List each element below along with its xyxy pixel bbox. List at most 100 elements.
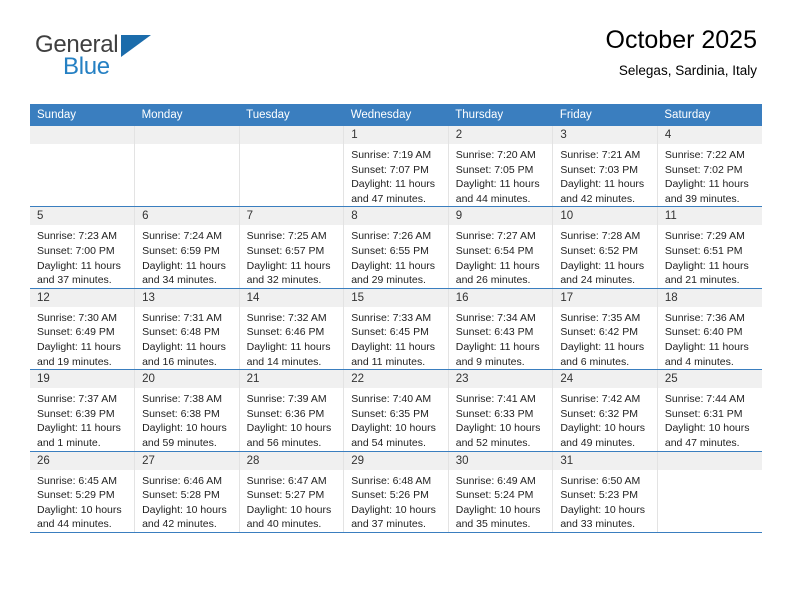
day-details: Sunrise: 7:39 AM Sunset: 6:36 PM Daylight:… xyxy=(240,388,344,450)
calendar-day-cell[interactable]: 11 Sunrise: 7:29 AM Sunset: 6:51 PM Dayligh… xyxy=(656,206,762,289)
general-blue-logo: General Blue xyxy=(35,32,167,88)
calendar-cell-empty xyxy=(30,126,136,208)
daylight-text-line1: Daylight: 11 hours xyxy=(246,259,331,272)
sunset-text: Sunset: 6:39 PM xyxy=(37,407,115,420)
day-number: 20 xyxy=(135,370,239,389)
calendar-day-cell[interactable]: 13 Sunrise: 7:31 AM Sunset: 6:48 PM Dayligh… xyxy=(134,288,240,371)
sunrise-text: Sunrise: 6:47 AM xyxy=(246,474,327,487)
sunset-text: Sunset: 5:23 PM xyxy=(560,489,638,502)
weekday-header-saturday: Saturday xyxy=(657,104,762,126)
sunset-text: Sunset: 6:48 PM xyxy=(142,326,220,339)
calendar-day-cell[interactable]: 6 Sunrise: 7:24 AM Sunset: 6:59 PM Daylight… xyxy=(134,206,240,289)
calendar-day-cell[interactable]: 21 Sunrise: 7:39 AM Sunset: 6:36 PM Dayligh… xyxy=(238,369,345,452)
daylight-text-line2: and 19 minutes. xyxy=(37,355,112,368)
day-details: Sunrise: 7:21 AM Sunset: 7:03 PM Daylight:… xyxy=(553,144,657,206)
calendar-day-cell[interactable]: 29 Sunrise: 6:48 AM Sunset: 5:26 PM Dayligh… xyxy=(343,451,449,533)
calendar-day-cell[interactable]: 14 Sunrise: 7:32 AM Sunset: 6:46 PM Dayligh… xyxy=(238,288,345,371)
calendar-day-cell[interactable]: 28 Sunrise: 6:47 AM Sunset: 5:27 PM Dayligh… xyxy=(238,451,345,533)
day-details: Sunrise: 7:23 AM Sunset: 7:00 PM Daylight:… xyxy=(30,225,134,287)
calendar-day-cell[interactable]: 15 Sunrise: 7:33 AM Sunset: 6:45 PM Dayligh… xyxy=(343,288,449,371)
calendar-day-cell[interactable]: 23 Sunrise: 7:41 AM Sunset: 6:33 PM Dayligh… xyxy=(447,369,554,452)
daylight-text-line1: Daylight: 10 hours xyxy=(351,503,436,516)
sunset-text: Sunset: 6:43 PM xyxy=(455,326,534,339)
day-number-band xyxy=(30,126,135,144)
day-number: 18 xyxy=(657,288,762,307)
sunset-text: Sunset: 6:51 PM xyxy=(664,244,743,257)
day-number: 19 xyxy=(30,370,135,389)
calendar-day-cell[interactable]: 8 Sunrise: 7:26 AM Sunset: 6:55 PM Daylight… xyxy=(343,206,449,289)
daylight-text-line2: and 40 minutes. xyxy=(246,518,322,531)
calendar-day-cell[interactable]: 12 Sunrise: 7:30 AM Sunset: 6:49 PM Dayligh… xyxy=(30,288,136,371)
calendar-day-cell[interactable]: 26 Sunrise: 6:45 AM Sunset: 5:29 PM Dayligh… xyxy=(30,451,136,533)
calendar-day-cell[interactable]: 1 Sunrise: 7:19 AM Sunset: 7:07 PM Daylight… xyxy=(343,126,449,208)
sunset-text: Sunset: 6:42 PM xyxy=(560,326,638,339)
calendar-day-cell[interactable]: 31 Sunrise: 6:50 AM Sunset: 5:23 PM Dayligh… xyxy=(552,451,658,533)
sunset-text: Sunset: 5:27 PM xyxy=(246,489,325,502)
calendar-day-cell[interactable]: 7 Sunrise: 7:25 AM Sunset: 6:57 PM Daylight… xyxy=(238,206,345,289)
day-details: Sunrise: 7:26 AM Sunset: 6:55 PM Daylight:… xyxy=(344,225,448,287)
sunrise-text: Sunrise: 7:39 AM xyxy=(246,393,327,406)
day-number: 7 xyxy=(239,207,344,226)
daylight-text-line2: and 9 minutes. xyxy=(455,355,525,368)
calendar-day-cell[interactable]: 24 Sunrise: 7:42 AM Sunset: 6:32 PM Dayligh… xyxy=(552,369,658,452)
calendar-day-cell[interactable]: 30 Sunrise: 6:49 AM Sunset: 5:24 PM Dayligh… xyxy=(447,451,554,533)
day-number: 15 xyxy=(344,288,448,307)
weekday-header-sunday: Sunday xyxy=(30,104,135,126)
daylight-text-line1: Daylight: 10 hours xyxy=(142,422,227,435)
sunset-text: Sunset: 6:46 PM xyxy=(246,326,325,339)
day-number: 6 xyxy=(135,207,239,226)
day-number: 16 xyxy=(448,288,553,307)
sunset-text: Sunset: 5:24 PM xyxy=(455,489,534,502)
daylight-text-line2: and 42 minutes. xyxy=(142,518,217,531)
calendar-day-cell[interactable]: 18 Sunrise: 7:36 AM Sunset: 6:40 PM Dayligh… xyxy=(656,288,762,371)
day-number: 14 xyxy=(239,288,344,307)
sunset-text: Sunset: 6:45 PM xyxy=(351,326,429,339)
calendar-day-cell[interactable]: 9 Sunrise: 7:27 AM Sunset: 6:54 PM Daylight… xyxy=(447,206,554,289)
daylight-text-line1: Daylight: 10 hours xyxy=(455,503,541,516)
sunrise-text: Sunrise: 7:31 AM xyxy=(142,311,223,324)
calendar-day-cell[interactable]: 2 Sunrise: 7:20 AM Sunset: 7:05 PM Daylight… xyxy=(447,126,554,208)
sunset-text: Sunset: 6:59 PM xyxy=(142,244,220,257)
calendar-day-cell[interactable]: 5 Sunrise: 7:23 AM Sunset: 7:00 PM Daylight… xyxy=(30,206,136,289)
calendar-day-cell[interactable]: 17 Sunrise: 7:35 AM Sunset: 6:42 PM Dayligh… xyxy=(552,288,658,371)
calendar-day-cell[interactable]: 16 Sunrise: 7:34 AM Sunset: 6:43 PM Dayligh… xyxy=(447,288,554,371)
calendar-day-cell[interactable]: 22 Sunrise: 7:40 AM Sunset: 6:35 PM Dayligh… xyxy=(343,369,449,452)
sunrise-text: Sunrise: 6:46 AM xyxy=(142,474,223,487)
sunrise-text: Sunrise: 6:50 AM xyxy=(560,474,641,487)
daylight-text-line1: Daylight: 11 hours xyxy=(246,340,331,353)
calendar-day-cell[interactable]: 3 Sunrise: 7:21 AM Sunset: 7:03 PM Daylight… xyxy=(552,126,658,208)
daylight-text-line2: and 59 minutes. xyxy=(142,436,217,449)
sunset-text: Sunset: 6:40 PM xyxy=(664,326,743,339)
daylight-text-line1: Daylight: 11 hours xyxy=(560,340,645,353)
calendar-day-cell[interactable]: 25 Sunrise: 7:44 AM Sunset: 6:31 PM Dayligh… xyxy=(656,369,762,452)
calendar-day-cell[interactable]: 27 Sunrise: 6:46 AM Sunset: 5:28 PM Dayligh… xyxy=(134,451,240,533)
calendar-week-row: 26 Sunrise: 6:45 AM Sunset: 5:29 PM Dayligh… xyxy=(30,451,762,533)
weekday-header-monday: Monday xyxy=(134,104,240,126)
daylight-text-line2: and 32 minutes. xyxy=(246,274,322,287)
day-details: Sunrise: 7:42 AM Sunset: 6:32 PM Daylight:… xyxy=(553,388,657,450)
calendar-day-cell[interactable]: 10 Sunrise: 7:28 AM Sunset: 6:52 PM Dayligh… xyxy=(552,206,658,289)
calendar-day-cell[interactable]: 4 Sunrise: 7:22 AM Sunset: 7:02 PM Daylight… xyxy=(656,126,762,208)
day-number: 11 xyxy=(657,207,762,226)
daylight-text-line2: and 1 minute. xyxy=(37,436,101,449)
daylight-text-line1: Daylight: 10 hours xyxy=(560,503,645,516)
calendar-day-cell[interactable]: 19 Sunrise: 7:37 AM Sunset: 6:39 PM Dayligh… xyxy=(30,369,136,452)
daylight-text-line2: and 6 minutes. xyxy=(560,355,630,368)
sunrise-text: Sunrise: 7:22 AM xyxy=(664,149,745,161)
day-details: Sunrise: 7:41 AM Sunset: 6:33 PM Daylight:… xyxy=(449,388,553,450)
daylight-text-line2: and 56 minutes. xyxy=(246,436,322,449)
day-number: 12 xyxy=(30,288,135,307)
sunrise-text: Sunrise: 7:21 AM xyxy=(560,149,641,161)
calendar-week-row: 1 Sunrise: 7:19 AM Sunset: 7:07 PM Daylight… xyxy=(30,126,762,208)
day-details: Sunrise: 7:29 AM Sunset: 6:51 PM Daylight:… xyxy=(658,225,762,287)
daylight-text-line1: Daylight: 11 hours xyxy=(664,340,749,353)
day-details: Sunrise: 6:45 AM Sunset: 5:29 PM Daylight:… xyxy=(30,470,134,532)
daylight-text-line2: and 47 minutes. xyxy=(664,436,740,449)
daylight-text-line2: and 4 minutes. xyxy=(664,355,734,368)
day-details: Sunrise: 7:30 AM Sunset: 6:49 PM Daylight:… xyxy=(30,307,134,369)
daylight-text-line2: and 24 minutes. xyxy=(560,274,636,287)
sunset-text: Sunset: 6:31 PM xyxy=(664,407,743,420)
day-number: 23 xyxy=(448,370,553,389)
calendar-day-cell[interactable]: 20 Sunrise: 7:38 AM Sunset: 6:38 PM Dayligh… xyxy=(134,369,240,452)
sunrise-text: Sunrise: 6:49 AM xyxy=(455,474,536,487)
